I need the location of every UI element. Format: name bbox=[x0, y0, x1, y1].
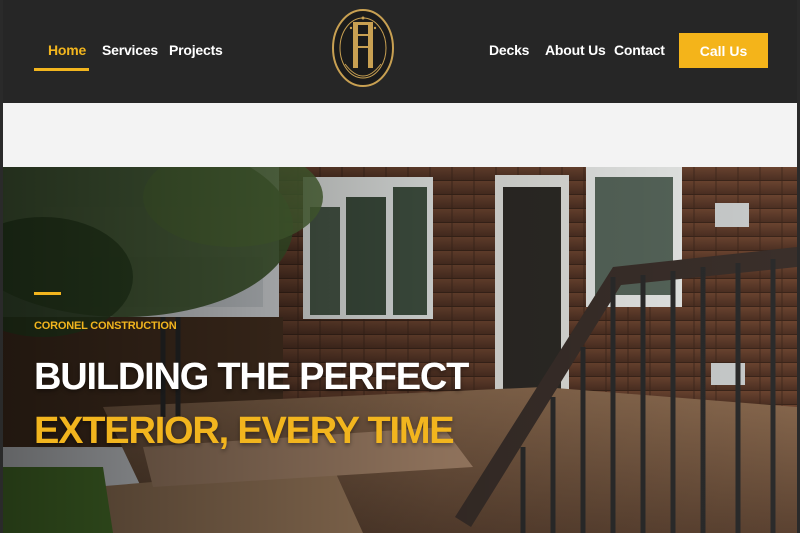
banner-strip bbox=[3, 103, 797, 167]
logo-emblem-icon bbox=[332, 9, 394, 87]
nav-projects[interactable]: Projects bbox=[169, 42, 223, 58]
nav-home[interactable]: Home bbox=[48, 42, 86, 58]
nav-services[interactable]: Services bbox=[102, 42, 158, 58]
eyebrow-accent-line bbox=[34, 292, 61, 295]
nav-active-indicator bbox=[34, 68, 89, 71]
hero-headline-line1: BUILDING THE PERFECT bbox=[34, 356, 469, 398]
nav-decks[interactable]: Decks bbox=[489, 42, 529, 58]
hero-section: CORONEL CONSTRUCTION BUILDING THE PERFEC… bbox=[3, 167, 797, 533]
call-us-button[interactable]: Call Us bbox=[679, 33, 768, 68]
hero-eyebrow: CORONEL CONSTRUCTION bbox=[34, 320, 177, 332]
brand-logo[interactable] bbox=[331, 6, 395, 90]
hero-headline-line2: EXTERIOR, EVERY TIME bbox=[34, 410, 455, 452]
nav-contact[interactable]: Contact bbox=[614, 42, 665, 58]
site-header: Home Services Projects Decks About Us Co… bbox=[0, 0, 800, 103]
hero-background-image bbox=[3, 167, 797, 533]
nav-about-us[interactable]: About Us bbox=[545, 42, 606, 58]
